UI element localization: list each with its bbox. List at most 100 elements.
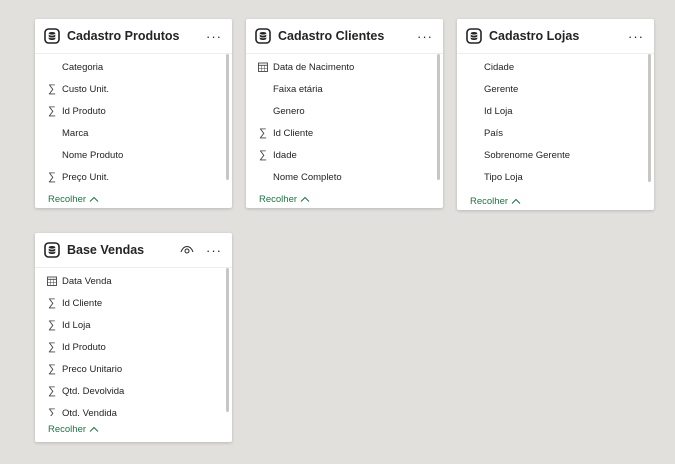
calendar-icon (258, 61, 268, 73)
field-label: Nome Completo (273, 171, 342, 183)
eye-icon[interactable] (180, 245, 194, 255)
field-item[interactable]: Sobrenome Gerente (457, 144, 654, 166)
field-item[interactable]: ∑ Id Produto (35, 100, 232, 122)
collapse-label: Recolher (259, 193, 298, 205)
field-item[interactable]: Marca (35, 122, 232, 144)
field-list[interactable]: Data Venda ∑ Id Cliente ∑ Id Loja ∑ Id Prod… (35, 268, 232, 416)
field-item[interactable]: Nome Produto (35, 144, 232, 166)
field-item[interactable]: ∑ Idade (246, 144, 443, 166)
field-label: Marca (62, 127, 89, 139)
field-label: Id Cliente (62, 297, 103, 309)
field-label: Qtd. Vendida (62, 407, 117, 417)
field-item[interactable]: ∑ Preço Unit. (35, 166, 232, 188)
field-list[interactable]: Categoria ∑ Custo Unit. ∑ Id Produto Marca… (35, 54, 232, 186)
table-title: Cadastro Lojas (489, 29, 580, 43)
collapse-button[interactable]: Recolher (457, 188, 654, 214)
collapse-button[interactable]: Recolher (35, 186, 232, 212)
field-label: Preço Unit. (62, 171, 109, 183)
more-options-icon[interactable]: ··· (204, 244, 224, 257)
chevron-up-icon (300, 196, 310, 202)
field-item[interactable]: Cidade (457, 56, 654, 78)
field-item[interactable]: ∑ Id Cliente (35, 292, 232, 314)
sigma-icon: ∑ (259, 148, 267, 161)
collapse-label: Recolher (48, 423, 87, 435)
field-item[interactable]: ∑ Custo Unit. (35, 78, 232, 100)
field-item[interactable]: País (457, 122, 654, 144)
sigma-icon: ∑ (48, 406, 56, 416)
chevron-up-icon (511, 198, 521, 204)
field-item[interactable]: Tipo Loja (457, 166, 654, 188)
scrollbar[interactable] (226, 54, 229, 180)
field-item[interactable]: ∑ Qtd. Vendida (35, 402, 232, 416)
collapse-label: Recolher (470, 195, 509, 207)
field-label: Gerente (484, 83, 519, 95)
field-label: Genero (273, 105, 305, 117)
field-item[interactable]: Data Venda (35, 270, 232, 292)
scrollbar[interactable] (226, 268, 229, 412)
field-item[interactable]: Genero (246, 100, 443, 122)
collapse-button[interactable]: Recolher (35, 416, 232, 442)
database-icon (43, 241, 61, 259)
database-icon (254, 27, 272, 45)
field-label: Idade (273, 149, 297, 161)
table-card-cadastro-produtos[interactable]: Cadastro Produtos ··· Categoria ∑ Custo U… (35, 19, 232, 208)
field-item[interactable]: Id Loja (457, 100, 654, 122)
collapse-button[interactable]: Recolher (246, 186, 443, 212)
field-label: Id Loja (484, 105, 513, 117)
field-label: Nome Produto (62, 149, 124, 161)
field-item[interactable]: ∑ Id Cliente (246, 122, 443, 144)
table-title: Cadastro Produtos (67, 29, 180, 43)
sigma-icon: ∑ (48, 104, 56, 117)
field-label: Categoria (62, 61, 104, 73)
field-item[interactable]: Data de Nacimento (246, 56, 443, 78)
chevron-up-icon (89, 426, 99, 432)
scrollbar[interactable] (437, 54, 440, 180)
field-item[interactable]: ∑ Preco Unitario (35, 358, 232, 380)
field-label: Id Produto (62, 105, 106, 117)
field-label: Id Cliente (273, 127, 314, 139)
table-card-base-vendas[interactable]: Base Vendas ··· Data Venda ∑ Id Cliente ∑… (35, 233, 232, 442)
sigma-icon: ∑ (48, 340, 56, 353)
table-card-header[interactable]: Cadastro Lojas ··· (457, 19, 654, 54)
scrollbar[interactable] (648, 54, 651, 182)
field-label: Cidade (484, 61, 515, 73)
field-label: Tipo Loja (484, 171, 523, 183)
field-label: Custo Unit. (62, 83, 109, 95)
more-options-icon[interactable]: ··· (626, 30, 646, 43)
more-options-icon[interactable]: ··· (415, 30, 435, 43)
sigma-icon: ∑ (259, 126, 267, 139)
sigma-icon: ∑ (48, 170, 56, 183)
field-label: Id Loja (62, 319, 91, 331)
sigma-icon: ∑ (48, 384, 56, 397)
field-label: País (484, 127, 504, 139)
field-item[interactable]: Categoria (35, 56, 232, 78)
field-item[interactable]: Nome Completo (246, 166, 443, 188)
field-item[interactable]: ∑ Id Loja (35, 314, 232, 336)
table-card-cadastro-lojas[interactable]: Cadastro Lojas ··· Cidade Gerente Id Loj… (457, 19, 654, 210)
sigma-icon: ∑ (48, 296, 56, 309)
table-card-cadastro-clientes[interactable]: Cadastro Clientes ··· Data de Nacimento … (246, 19, 443, 208)
field-label: Preco Unitario (62, 363, 123, 375)
field-item[interactable]: ∑ Qtd. Devolvida (35, 380, 232, 402)
field-label: Data de Nacimento (273, 61, 355, 73)
calendar-icon (47, 275, 57, 287)
field-list[interactable]: Cidade Gerente Id Loja País Sobrenome Ge… (457, 54, 654, 188)
field-list[interactable]: Data de Nacimento Faixa etária Genero ∑ I… (246, 54, 443, 186)
field-item[interactable]: Gerente (457, 78, 654, 100)
collapse-label: Recolher (48, 193, 87, 205)
more-options-icon[interactable]: ··· (204, 30, 224, 43)
field-label: Id Produto (62, 341, 106, 353)
sigma-icon: ∑ (48, 362, 56, 375)
field-item[interactable]: Faixa etária (246, 78, 443, 100)
field-label: Faixa etária (273, 83, 323, 95)
table-title: Cadastro Clientes (278, 29, 385, 43)
field-label: Qtd. Devolvida (62, 385, 125, 397)
table-card-header[interactable]: Base Vendas ··· (35, 233, 232, 268)
field-item[interactable]: ∑ Id Produto (35, 336, 232, 358)
table-card-header[interactable]: Cadastro Clientes ··· (246, 19, 443, 54)
table-title: Base Vendas (67, 243, 145, 257)
sigma-icon: ∑ (48, 318, 56, 331)
table-card-header[interactable]: Cadastro Produtos ··· (35, 19, 232, 54)
chevron-up-icon (89, 196, 99, 202)
sigma-icon: ∑ (48, 82, 56, 95)
